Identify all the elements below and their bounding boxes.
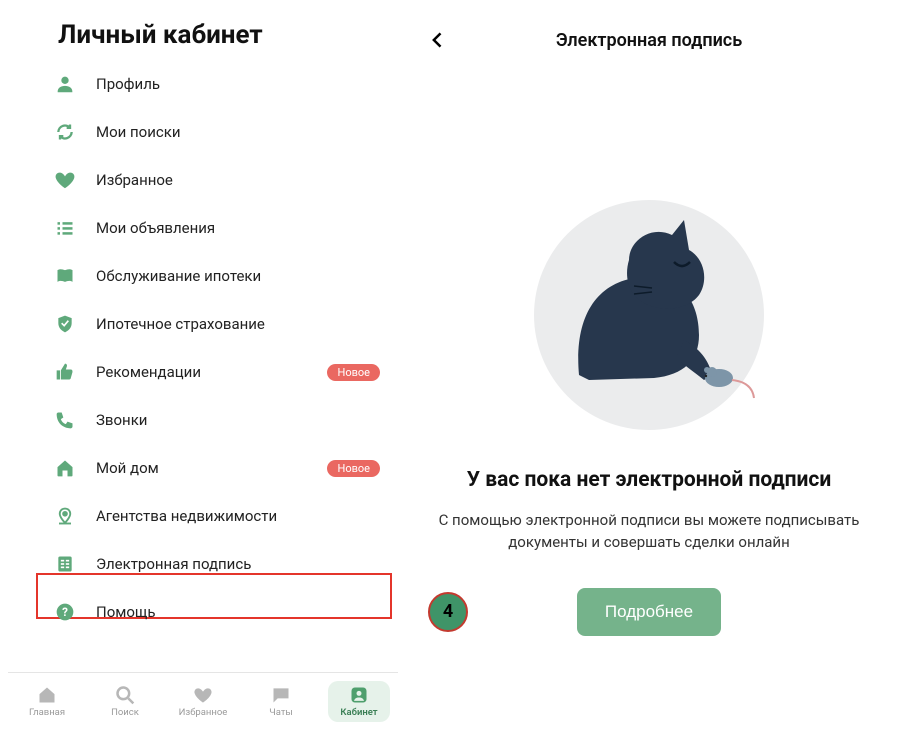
menu: Профиль Мои поиски Избранное Мои объявле…	[8, 60, 398, 672]
menu-item-agencies[interactable]: Агентства недвижимости	[54, 492, 398, 540]
left-pane: Личный кабинет Профиль Мои поиски Избран…	[0, 0, 398, 730]
empty-state-description: С помощью электронной подписи вы можете …	[428, 510, 870, 554]
menu-item-label: Мой дом	[96, 459, 159, 477]
menu-item-esignature[interactable]: Электронная подпись	[54, 540, 398, 588]
nav-chats[interactable]: Чаты	[250, 681, 312, 722]
menu-item-label: Помощь	[96, 603, 156, 621]
empty-illustration	[428, 200, 870, 430]
nav-favorites[interactable]: Избранное	[172, 681, 234, 722]
learn-more-button[interactable]: Подробнее	[577, 588, 721, 636]
page-title: Личный кабинет	[8, 0, 398, 60]
cta-row: 4 Подробнее	[428, 588, 870, 636]
step-number-badge: 4	[428, 592, 468, 632]
location-pin-icon	[54, 505, 76, 527]
menu-item-mortgage-service[interactable]: Обслуживание ипотеки	[54, 252, 398, 300]
menu-item-label: Звонки	[96, 411, 147, 429]
nav-account[interactable]: Кабинет	[328, 681, 390, 722]
menu-item-listings[interactable]: Мои объявления	[54, 204, 398, 252]
list-icon	[54, 217, 76, 239]
bottom-nav: Главная Поиск Избранное Чаты Кабинет	[8, 672, 398, 730]
account-icon	[349, 685, 369, 705]
nav-home[interactable]: Главная	[16, 681, 78, 722]
menu-item-label: Избранное	[96, 171, 173, 189]
menu-item-label: Ипотечное страхование	[96, 315, 265, 333]
menu-item-my-home[interactable]: Мой дом Новое	[54, 444, 398, 492]
person-icon	[54, 73, 76, 95]
nav-label: Поиск	[111, 707, 139, 718]
house-icon	[54, 457, 76, 479]
menu-item-favorites[interactable]: Избранное	[54, 156, 398, 204]
menu-item-label: Агентства недвижимости	[96, 507, 277, 525]
nav-label: Кабинет	[340, 707, 377, 718]
right-pane: Электронная подпись	[398, 0, 900, 730]
empty-state-heading: У вас пока нет электронной подписи	[428, 466, 870, 494]
heart-icon	[193, 685, 213, 705]
document-icon	[54, 553, 76, 575]
detail-title: Электронная подпись	[428, 30, 870, 51]
illustration-circle	[534, 200, 764, 430]
menu-item-label: Рекомендации	[96, 363, 201, 381]
phone-icon	[54, 409, 76, 431]
search-icon	[115, 685, 135, 705]
menu-item-calls[interactable]: Звонки	[54, 396, 398, 444]
refresh-icon	[54, 121, 76, 143]
home-icon	[37, 685, 57, 705]
menu-item-label: Профиль	[96, 75, 160, 93]
menu-item-profile[interactable]: Профиль	[54, 60, 398, 108]
book-icon	[54, 265, 76, 287]
nav-search[interactable]: Поиск	[94, 681, 156, 722]
menu-item-mortgage-insurance[interactable]: Ипотечное страхование	[54, 300, 398, 348]
new-badge: Новое	[327, 460, 380, 477]
heart-icon	[54, 169, 76, 191]
menu-item-recommendations[interactable]: Рекомендации Новое	[54, 348, 398, 396]
detail-header: Электронная подпись	[428, 20, 870, 60]
new-badge: Новое	[327, 364, 380, 381]
menu-item-label: Обслуживание ипотеки	[96, 267, 261, 285]
shield-check-icon	[54, 313, 76, 335]
nav-label: Главная	[29, 707, 65, 718]
nav-label: Чаты	[269, 707, 293, 718]
back-button[interactable]	[428, 30, 452, 50]
chat-icon	[271, 685, 291, 705]
svg-text:?: ?	[62, 605, 68, 619]
menu-item-label: Мои поиски	[96, 123, 181, 141]
menu-item-searches[interactable]: Мои поиски	[54, 108, 398, 156]
menu-item-label: Электронная подпись	[96, 555, 251, 573]
question-icon: ?	[54, 601, 76, 623]
menu-item-help[interactable]: ? Помощь	[54, 588, 398, 636]
thumbs-up-icon	[54, 361, 76, 383]
cat-and-mouse-icon	[534, 200, 764, 430]
menu-item-label: Мои объявления	[96, 219, 215, 237]
nav-label: Избранное	[179, 707, 228, 718]
